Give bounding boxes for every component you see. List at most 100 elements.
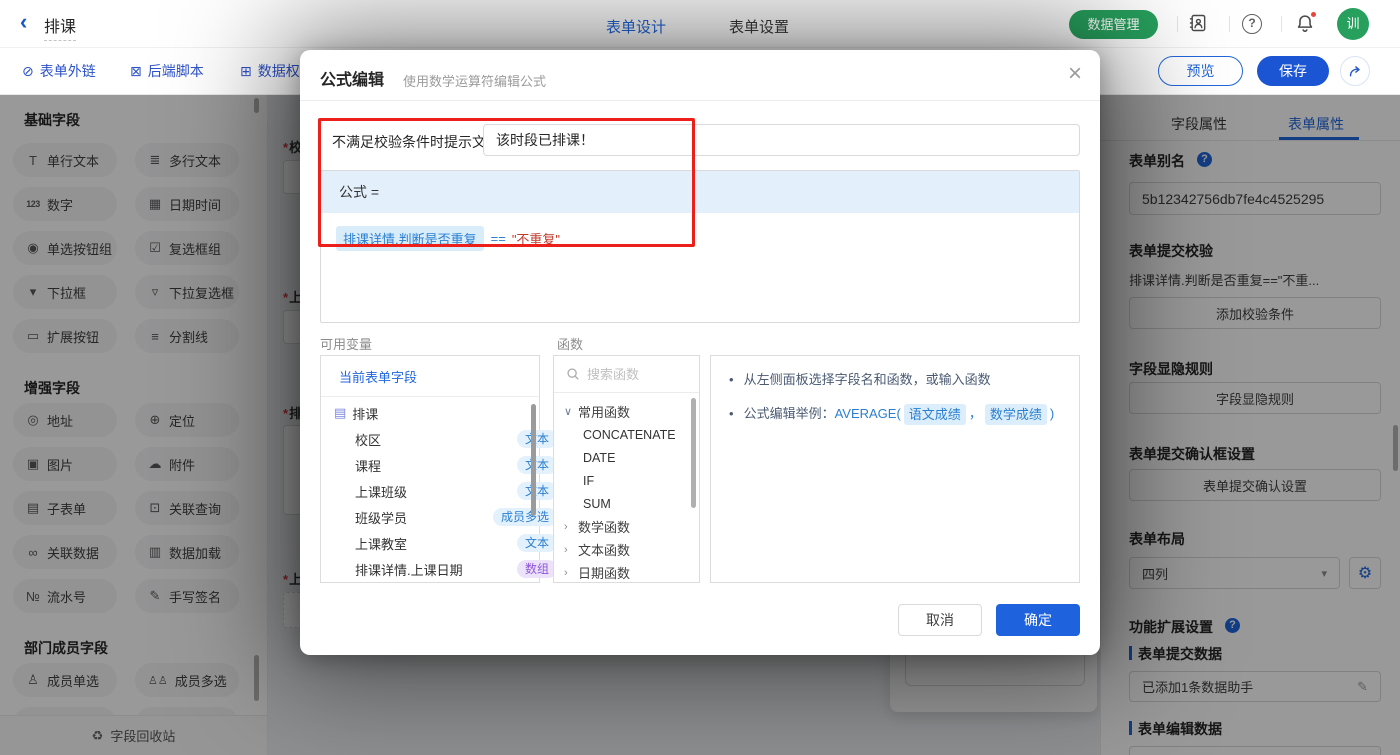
- tab-form-design[interactable]: 表单设计: [606, 16, 666, 37]
- formula-field-tag[interactable]: 排课详情.判断是否重复: [336, 226, 484, 251]
- function-name: SUM: [583, 496, 611, 511]
- alert-text-label: 不满足校验条件时提示文字:: [332, 134, 504, 150]
- divider: [1281, 16, 1282, 32]
- function-group-date[interactable]: › 日期函数: [564, 561, 631, 582]
- divider: [321, 396, 539, 397]
- share-button[interactable]: [1340, 56, 1370, 86]
- help-icon[interactable]: ?: [1242, 14, 1262, 34]
- function-item[interactable]: CONCATENATE: [564, 423, 676, 446]
- variable-row[interactable]: 上课教室 文本: [355, 530, 573, 556]
- functions-section-label: 函数: [557, 337, 584, 352]
- formula-string-value: "不重复": [511, 232, 561, 247]
- function-item[interactable]: DATE: [564, 446, 615, 469]
- function-search-input[interactable]: [587, 366, 687, 382]
- toolbar-item-label: 表单外链: [39, 63, 96, 79]
- page-title: 排课: [44, 13, 77, 41]
- function-group-common[interactable]: ∨ 常用函数: [564, 400, 630, 423]
- tip-example-line: • 公式编辑举例： AVERAGE( 语文成绩 ， 数学成绩 ): [727, 404, 1054, 425]
- document-icon: ▤: [334, 405, 347, 420]
- function-group-math[interactable]: › 数学函数: [564, 515, 630, 538]
- root-node-label: 排课: [352, 406, 379, 422]
- divider: [300, 100, 1100, 101]
- back-button[interactable]: ‹: [20, 10, 27, 34]
- group-label: 日期函数: [578, 566, 631, 581]
- functions-scrollbar-thumb[interactable]: [691, 398, 696, 508]
- bullet: •: [729, 372, 734, 387]
- contacts-icon[interactable]: [1188, 13, 1208, 38]
- script-icon: ⊠: [130, 63, 142, 79]
- function-item[interactable]: SUM: [564, 492, 611, 515]
- modal-title: 公式编辑: [320, 72, 385, 89]
- divider: [1177, 16, 1178, 32]
- variable-row[interactable]: 校区 文本: [355, 426, 573, 452]
- bullet: •: [729, 406, 734, 421]
- tips-panel: • 从左侧面板选择字段名和函数，或输入函数 • 公式编辑举例： AVERAGE(…: [710, 355, 1080, 583]
- variable-name: 校区: [355, 432, 382, 448]
- share-arrow-icon: [1349, 65, 1360, 76]
- example-field-tag: 数学成绩: [984, 404, 1047, 425]
- formula-prefix: 公式 =: [339, 184, 380, 200]
- variable-name: 上课班级: [355, 484, 408, 500]
- tip-line: • 从左侧面板选择字段名和函数，或输入函数: [727, 370, 991, 389]
- example-separator: ，: [968, 406, 982, 421]
- type-badge: 数组: [516, 560, 557, 578]
- alert-text-input[interactable]: [483, 124, 1080, 156]
- toolbar-item-backend-script[interactable]: ⊠ 后端脚本: [130, 61, 204, 81]
- tab-form-settings[interactable]: 表单设置: [729, 16, 789, 37]
- link-icon: ⊘: [22, 63, 34, 79]
- preview-button[interactable]: 预览: [1158, 56, 1243, 86]
- formula-edit-modal: 公式编辑 使用数学运算符编辑公式 × 不满足校验条件时提示文字: 公式 = 排课…: [300, 50, 1100, 655]
- variable-name: 课程: [355, 458, 382, 474]
- variable-row[interactable]: 排课详情.上课日期 数组: [355, 556, 573, 582]
- data-permission-icon: ⊞: [240, 63, 252, 79]
- close-icon[interactable]: ×: [1068, 60, 1082, 88]
- variable-name: 班级学员: [355, 510, 408, 526]
- confirm-button[interactable]: 确定: [996, 604, 1080, 636]
- functions-panel: ∨ 常用函数 CONCATENATE DATE IF SUM › 数学函数 › 文本函…: [553, 355, 700, 583]
- divider: [1229, 16, 1230, 32]
- group-label: 常用函数: [578, 405, 631, 420]
- current-form-fields-tab[interactable]: 当前表单字段: [339, 367, 417, 386]
- formula-prefix-bar: 公式 =: [321, 171, 1079, 213]
- formula-expression: 排课详情.判断是否重复 == "不重复": [336, 226, 560, 251]
- toolbar-item-external-link[interactable]: ⊘ 表单外链: [22, 61, 96, 81]
- function-item[interactable]: IF: [564, 469, 594, 492]
- group-label: 文本函数: [578, 543, 631, 558]
- variable-row[interactable]: 班级学员 成员多选: [355, 504, 573, 530]
- type-badge: 文本: [516, 534, 557, 552]
- variable-name: 上课教室: [355, 536, 408, 552]
- variables-scrollbar-thumb[interactable]: [531, 404, 536, 516]
- chevron-right-icon: ›: [564, 543, 568, 556]
- variable-row[interactable]: 课程 文本: [355, 452, 573, 478]
- function-name: DATE: [583, 450, 616, 465]
- example-field-tag: 语文成绩: [903, 404, 966, 425]
- variable-name: 排课详情.上课日期: [355, 562, 463, 578]
- avatar[interactable]: 训: [1337, 8, 1369, 40]
- toolbar-item-label: 后端脚本: [147, 63, 204, 79]
- function-group-text[interactable]: › 文本函数: [564, 538, 630, 561]
- type-badge: 文本: [516, 482, 557, 500]
- function-name: CONCATENATE: [583, 427, 676, 442]
- group-label: 数学函数: [578, 520, 631, 535]
- type-badge: 文本: [516, 456, 557, 474]
- chevron-right-icon: ›: [564, 566, 568, 579]
- chevron-down-icon: ∨: [564, 406, 573, 418]
- variables-section-label: 可用变量: [320, 337, 373, 352]
- top-bar: ‹ 排课 表单设计 表单设置 数据管理 ? 训: [0, 0, 1400, 48]
- variables-root-node[interactable]: ▤ 排课: [334, 400, 552, 426]
- cancel-button[interactable]: 取消: [898, 604, 982, 636]
- tip-text: 从左侧面板选择字段名和函数，或输入函数: [743, 372, 991, 387]
- tip-example-prefix: 公式编辑举例：: [743, 406, 835, 421]
- function-name: IF: [583, 473, 595, 488]
- type-badge: 成员多选: [492, 508, 557, 526]
- chevron-right-icon: ›: [564, 520, 568, 533]
- data-manage-button[interactable]: 数据管理: [1069, 10, 1158, 39]
- modal-subtitle: 使用数学运算符编辑公式: [403, 74, 547, 89]
- variable-row[interactable]: 上课班级 文本: [355, 478, 573, 504]
- variables-panel: 当前表单字段 ▤ 排课 校区 文本 课程 文本 上课班级 文本 班级学员 成员多选 上课…: [320, 355, 557, 583]
- type-badge: 文本: [516, 430, 557, 448]
- formula-editor[interactable]: 公式 = 排课详情.判断是否重复 == "不重复": [320, 170, 1080, 323]
- save-button[interactable]: 保存: [1257, 56, 1329, 86]
- example-close-paren: ): [1049, 406, 1055, 421]
- function-search[interactable]: [554, 356, 699, 393]
